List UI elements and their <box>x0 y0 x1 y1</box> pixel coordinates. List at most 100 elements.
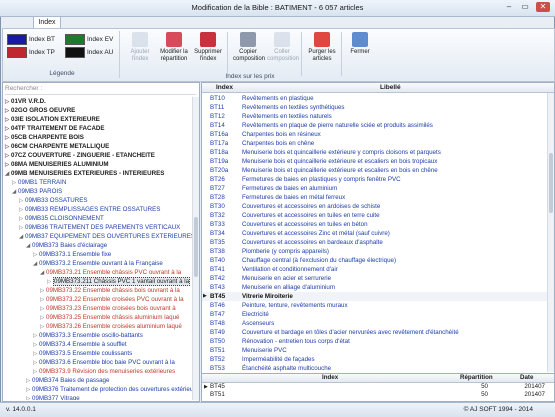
index-code: BT35 <box>210 239 225 246</box>
tree-node[interactable]: ▷ 09MB373.22 Ensemble châssis bois ouvran… <box>40 286 180 295</box>
table-row[interactable]: BT51 Menuiserie PVC <box>202 346 547 355</box>
tree-node-label: 09MB373.26 Ensemble croisées aluminium l… <box>46 323 182 330</box>
table-row[interactable]: BT27 Fermetures de baies en aluminium <box>202 184 547 193</box>
repartition-row[interactable]: BT51 50 201407 <box>202 391 554 399</box>
purge-articles-button[interactable]: Purger les articles <box>307 32 337 66</box>
tree-node[interactable]: ▷ 09MB377 Vitrage <box>26 394 80 400</box>
table-row[interactable]: BT33 Couvertures et accessoires en tuiles… <box>202 220 547 229</box>
table-row[interactable]: BT30 Couvertures et accessoires en ardois… <box>202 202 547 211</box>
table-row[interactable]: BT32 Couvertures et accessoires en tuiles… <box>202 211 547 220</box>
tree-node[interactable]: ◢ 09MB373 Baies d'éclairage <box>26 241 107 250</box>
table-row[interactable]: BT42 Menuiserie en acier et serrurerie <box>202 274 547 283</box>
table-row[interactable]: BT47 Electricité <box>202 310 547 319</box>
tree-node[interactable]: ▷ 07CZ COUVERTURE - ZINGUERIE - ETANCHEIT… <box>5 151 155 160</box>
tree-node[interactable]: ▷ 09MB373.26 Ensemble croisées aluminium … <box>40 322 182 331</box>
column-header-rep-index[interactable]: Index <box>322 374 338 382</box>
column-header-date[interactable]: Date <box>520 374 533 382</box>
tree-node[interactable]: ▷ 09MB373.1 Ensemble fixe <box>33 250 111 259</box>
tree-node[interactable]: ▷ 09MB373.23 Ensemble croisées bois ouvra… <box>40 304 176 313</box>
version-label: v. 14.0.0.1 <box>6 406 36 413</box>
tree-node[interactable]: ▷ 06CM CHARPENTE METALLIQUE <box>5 142 109 151</box>
tree-node[interactable]: ◢ 09MB3 PAROIS <box>12 187 62 196</box>
tree-node[interactable]: ▷ 09MB373.5 Ensemble coulissants <box>33 349 132 358</box>
table-row[interactable]: BT43 Menuiserie en alliage d'aluminium <box>202 283 547 292</box>
tree-scrollbar-thumb[interactable] <box>194 217 198 277</box>
close-button[interactable]: Fermer <box>345 32 375 66</box>
table-row[interactable]: BT19a Menuiserie bois et quincaillerie ex… <box>202 157 547 166</box>
tree-node[interactable]: ◢ 09MB MENUISERIES EXTERIEURES - INTERIEU… <box>5 169 164 178</box>
table-row[interactable]: BT18a Menuiserie bois et quincaillerie ex… <box>202 148 547 157</box>
tree-node[interactable]: ▷ 09MB373.211 Châssis PVC 1 vantail ouvra… <box>47 277 191 286</box>
tree-node[interactable]: ▷ 03IE ISOLATION EXTERIEURE <box>5 115 100 124</box>
tree-node[interactable]: ◢ 09MB37 EQUIPEMENT DES OUVERTURES EXTERI… <box>19 232 192 241</box>
table-row[interactable]: BT11 Revêtements en textiles synthétiques <box>202 103 547 112</box>
paste-composition-button[interactable]: Coller composition <box>267 32 299 66</box>
minimize-icon[interactable]: – <box>502 2 516 12</box>
tree-node[interactable]: ▷ 08MA MENUISERIES ALUMINIUM <box>5 160 109 169</box>
tree-node[interactable]: ▷ 09MB373.9 Révision des menuiseries exté… <box>33 367 175 376</box>
tree-node[interactable]: ▷ 09MB33 REMPLISSAGES ENTRE OSSATURES <box>19 205 160 214</box>
tree-node[interactable]: ▷ 09MB376 Traitement de protection des ou… <box>26 385 192 394</box>
add-index-button[interactable]: Ajouter l'index <box>125 32 155 66</box>
table-row[interactable]: BT12 Revêtements en textiles naturels <box>202 112 547 121</box>
search-input[interactable]: Rechercher : <box>5 85 196 95</box>
index-label: Menuiserie bois et quincaillerie extérie… <box>242 167 438 174</box>
tree-node[interactable]: ▷ 09MB33 OSSATURES <box>19 196 87 205</box>
column-header-libelle[interactable]: Libellé <box>380 83 401 92</box>
index-label: Charpentes bois en résineux <box>242 131 321 138</box>
tree-node[interactable]: ▷ 05CB CHARPENTE BOIS <box>5 133 84 142</box>
table-row[interactable]: BT14 Revêtements en plaque de pierre natu… <box>202 121 547 130</box>
table-row[interactable]: BT41 Ventilation et conditionnement d'air <box>202 265 547 274</box>
delete-index-button[interactable]: Supprimer l'index <box>193 32 223 66</box>
tree-node[interactable]: ▷ 01VR V.R.D. <box>5 97 46 106</box>
close-icon[interactable]: ✕ <box>536 2 550 12</box>
table-scrollbar[interactable] <box>547 93 554 372</box>
table-row[interactable]: BT48 Ascenseurs <box>202 319 547 328</box>
table-row[interactable]: BT17a Charpentes bois en chêne <box>202 139 547 148</box>
column-header-index[interactable]: Index <box>216 83 233 92</box>
status-bar: v. 14.0.0.1 © AJ SOFT 1994 - 2014 <box>0 402 555 417</box>
table-scrollbar-thumb[interactable] <box>549 153 553 213</box>
tree-node[interactable]: ▷ 09MB36 TRAITEMENT DES PAREMENTS VERTICA… <box>19 223 180 232</box>
table-row[interactable]: BT28 Fermetures de baies en métal ferreux <box>202 193 547 202</box>
tree-node[interactable]: ▷ 02GO GROS OEUVRE <box>5 106 75 115</box>
table-row[interactable]: BT52 Imperméabilité de façades <box>202 355 547 364</box>
tree-node[interactable]: ▷ 09MB373.3 Ensemble oscillo-battants <box>33 331 143 340</box>
table-row[interactable]: BT38 Plomberie (y compris appareils) <box>202 247 547 256</box>
repartition-row[interactable]: ▶ BT45 50 201407 <box>202 383 554 391</box>
table-row[interactable]: BT50 Rénovation - entretien tous corps d'… <box>202 337 547 346</box>
table-row[interactable]: BT49 Couverture et bardage en tôles d'aci… <box>202 328 547 337</box>
table-row[interactable]: BT40 Chauffage central (à l'exclusion du … <box>202 256 547 265</box>
index-label: Plomberie (y compris appareils) <box>242 248 329 255</box>
table-row[interactable]: ▶ BT45 Vitrerie Miroiterie <box>202 292 547 301</box>
tree-node[interactable]: ◢ 09MB373.2 Ensemble ouvrant à la Françai… <box>33 259 163 268</box>
tree-node[interactable]: ▷ 09MB1 TERRAIN <box>12 178 66 187</box>
column-header-repartition[interactable]: Répartition <box>460 374 493 382</box>
table-row[interactable]: BT34 Couvertures et accessoires Zinc et m… <box>202 229 547 238</box>
index-code: BT19a <box>210 158 229 165</box>
legend-item-au: Index AU <box>65 46 113 58</box>
tree-node[interactable]: ▷ 09MB35 CLOISONNEMENT <box>19 214 104 223</box>
tree-node[interactable]: ▷ 09MB373.22 Ensemble croisées PVC ouvran… <box>40 295 184 304</box>
table-row[interactable]: BT10 Revêtements en plastique <box>202 94 547 103</box>
table-row[interactable]: BT16a Charpentes bois en résineux <box>202 130 547 139</box>
tree-node-label: 09MB373.23 Ensemble croisées bois ouvran… <box>46 305 176 312</box>
tree-node[interactable]: ▷ 09MB373.4 Ensemble à soufflet <box>33 340 127 349</box>
tree-node[interactable]: ▷ 09MB374 Baies de passage <box>26 376 109 385</box>
table-row[interactable]: BT53 Étanchéité asphalte multicouche <box>202 364 547 373</box>
tree-node[interactable]: ▷ 04TF TRAITEMENT DE FACADE <box>5 124 105 133</box>
tree-scrollbar[interactable] <box>192 97 199 400</box>
index-code: BT10 <box>210 95 225 102</box>
tree-node[interactable]: ▷ 09MB373.6 Ensemble bloc baie PVC ouvran… <box>33 358 175 367</box>
copy-composition-button[interactable]: Copier composition <box>233 32 265 66</box>
repartition-date: 201407 <box>524 383 545 390</box>
legend-swatch-tp <box>7 46 27 58</box>
table-row[interactable]: BT26 Fermetures de baies en plastiques y … <box>202 175 547 184</box>
tree-node[interactable]: ◢ 09MB373.21 Ensemble châssis PVC ouvrant… <box>40 268 181 277</box>
table-row[interactable]: BT35 Couvertures et accessoires en bardea… <box>202 238 547 247</box>
table-row[interactable]: BT46 Peinture, tenture, revêtements murau… <box>202 301 547 310</box>
table-row[interactable]: BT20a Menuiserie bois et quincaillerie ex… <box>202 166 547 175</box>
edit-repartition-button[interactable]: Modifier la répartition <box>159 32 189 66</box>
maximize-icon[interactable]: ▭ <box>518 2 532 12</box>
tree-node[interactable]: ▷ 09MB373.25 Ensemble châssis aluminium l… <box>40 313 179 322</box>
